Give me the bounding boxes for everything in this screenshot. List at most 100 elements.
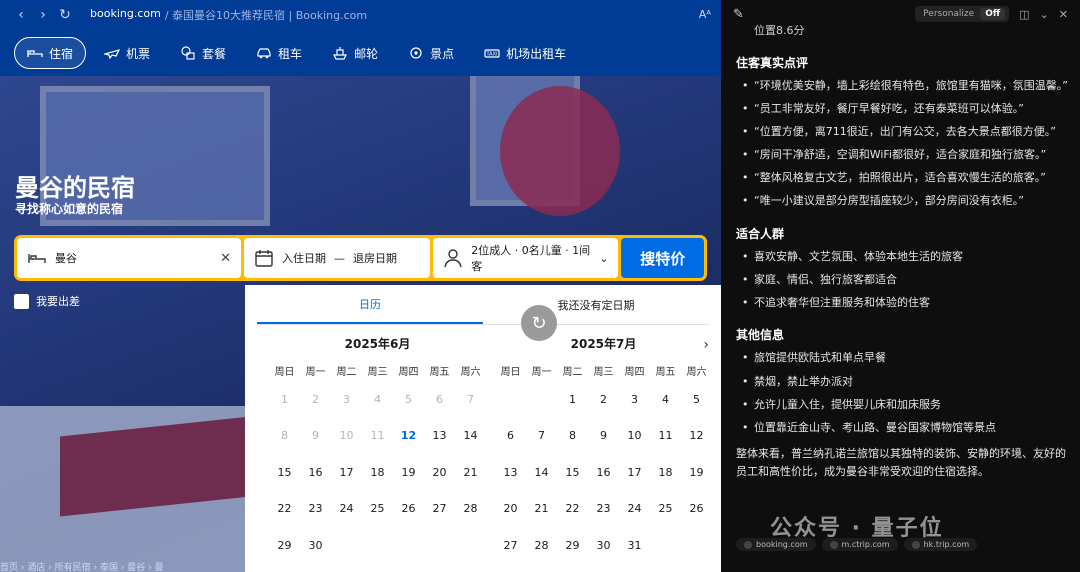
day-cell[interactable]: 24 [619,491,650,528]
day-cell[interactable]: 19 [393,454,424,491]
day-cell[interactable]: 30 [588,527,619,564]
day-cell[interactable]: 21 [526,491,557,528]
day-cell[interactable]: 15 [557,454,588,491]
day-cell[interactable]: 26 [681,491,712,528]
ship-icon [333,47,348,60]
day-cell[interactable]: 12 [681,418,712,455]
weekday-label: 周五 [655,367,676,378]
day-cell[interactable]: 5 [681,381,712,418]
day-cell[interactable]: 1 [557,381,588,418]
day-cell[interactable]: 18 [362,454,393,491]
day-cell[interactable]: 11 [650,418,681,455]
day-cell[interactable]: 16 [588,454,619,491]
back-icon[interactable]: ‹ [10,4,32,26]
day-cell[interactable]: 13 [424,418,455,455]
reload-icon[interactable]: ↻ [54,4,76,26]
day-cell[interactable]: 19 [681,454,712,491]
day-cell[interactable]: 8 [557,418,588,455]
day-cell[interactable]: 31 [619,527,650,564]
date-picker-tabs: 日历 我还没有定日期 [257,285,709,325]
person-icon [444,249,462,268]
date-field[interactable]: 入住日期 — 退房日期 [244,238,431,278]
clear-icon[interactable]: ✕ [220,251,231,266]
checkbox-box[interactable] [14,293,29,309]
day-cell[interactable]: 28 [455,491,486,528]
forward-icon[interactable]: › [32,4,54,26]
nav-item-airport-taxi[interactable]: TAXI 机场出租车 [472,37,578,69]
day-cell[interactable]: 23 [588,491,619,528]
weekday-label: 周六 [460,367,481,378]
weekday-label: 周二 [562,367,583,378]
breadcrumb[interactable]: 首页 › 酒店 › 所有民宿 › 泰国 › 曼谷 › 曼 [0,560,164,572]
day-cell[interactable]: 26 [393,491,424,528]
edit-icon[interactable]: ✎ [733,7,744,22]
day-cell[interactable]: 18 [650,454,681,491]
day-cell[interactable]: 22 [557,491,588,528]
day-cell[interactable]: 16 [300,454,331,491]
nav-item-car-rental[interactable]: 租车 [244,37,314,69]
day-cell[interactable]: 30 [300,527,331,564]
day-cell[interactable]: 3 [619,381,650,418]
day-cell[interactable]: 27 [495,527,526,564]
date-picker: 日历 我还没有定日期 ↻ › 2025年6月 周日 周一 周二 周三 周四 周五 周六 12… [245,285,721,572]
day-cell[interactable]: 21 [455,454,486,491]
empty-day-cell [526,381,557,418]
day-cell[interactable]: 4 [650,381,681,418]
nav-item-flights[interactable]: 机票 [92,37,162,69]
month-june: 2025年6月 周日 周一 周二 周三 周四 周五 周六 1 2 3 4 5 6 7 8 9 10 11 12 13… [269,333,486,564]
day-cell[interactable]: 2 [588,381,619,418]
day-cell[interactable]: 10 [619,418,650,455]
nav-item-cruises[interactable]: 邮轮 [320,37,390,69]
hero-title: 曼谷的民宿 [15,174,135,202]
day-cell[interactable]: 17 [331,454,362,491]
day-cell[interactable]: 15 [269,454,300,491]
search-button[interactable]: 搜特价 [621,238,704,278]
day-cell[interactable]: 25 [362,491,393,528]
weekday-label: 周日 [500,367,521,378]
booking-nav: 住宿 机票 套餐 租车 邮轮 景点 TAXI 机场出租车 [0,30,721,76]
day-cell[interactable]: 24 [331,491,362,528]
day-cell[interactable]: 29 [557,527,588,564]
business-travel-checkbox[interactable]: 我要出差 [14,293,80,309]
hero-photo-wall-art [500,86,620,216]
day-cell[interactable]: 7 [526,418,557,455]
day-cell[interactable]: 22 [269,491,300,528]
list-item: “环境优美安静，墙上彩绘很有特色，旅馆里有猫咪，氛围温馨。” [736,77,1071,95]
text-size-icon[interactable]: Aᴬ [699,8,711,21]
day-cell[interactable]: 27 [424,491,455,528]
day-cell[interactable]: 20 [495,491,526,528]
nav-item-stays[interactable]: 住宿 [14,37,87,69]
personalize-toggle[interactable]: Personalize Off [915,6,1010,22]
day-cell[interactable]: 12 [393,418,424,455]
day-cell[interactable]: 25 [650,491,681,528]
bullet-list: 喜欢安静、文艺氛围、体验本地生活的旅客家庭、情侣、独行旅客都适合不追求奢华但注重… [736,248,1071,313]
day-cell[interactable]: 28 [526,527,557,564]
weekday-label: 周四 [624,367,645,378]
nav-item-packages[interactable]: 套餐 [168,37,238,69]
close-icon[interactable]: ✕ [1059,8,1068,21]
chevron-icon[interactable]: ⌄ [1040,8,1049,21]
day-cell[interactable]: 17 [619,454,650,491]
bed-icon [27,50,43,57]
list-item: 位置靠近金山寺、考山路、曼谷国家博物馆等景点 [736,419,1071,437]
day-cell[interactable]: 20 [424,454,455,491]
day-cell[interactable]: 23 [300,491,331,528]
tab-calendar[interactable]: 日历 [257,285,483,324]
day-cell[interactable]: 14 [526,454,557,491]
watermark: 公众号 · 量子位 [770,516,944,541]
day-cell: 3 [343,392,350,406]
tab-flexible-dates[interactable]: 我还没有定日期 [483,285,709,324]
favicon-icon [744,540,752,549]
sidebar-toggle-icon[interactable]: ◫ [1019,8,1029,21]
day-cell: 10 [339,429,354,443]
day-cell[interactable]: 13 [495,454,526,491]
destination-field[interactable]: 曼谷 ✕ [17,238,242,278]
day-cell[interactable]: 9 [588,418,619,455]
day-cell[interactable]: 6 [495,418,526,455]
day-cell[interactable]: 14 [455,418,486,455]
nav-item-attractions[interactable]: 景点 [396,37,466,69]
plane-icon [104,49,121,60]
guests-field[interactable]: 2位成人 · 0名儿童 · 1间客 ⌄ [433,238,619,278]
address-bar[interactable]: booking.com / 泰国曼谷10大推荐民宿 | Booking.com [90,7,367,23]
day-cell[interactable]: 29 [269,527,300,564]
